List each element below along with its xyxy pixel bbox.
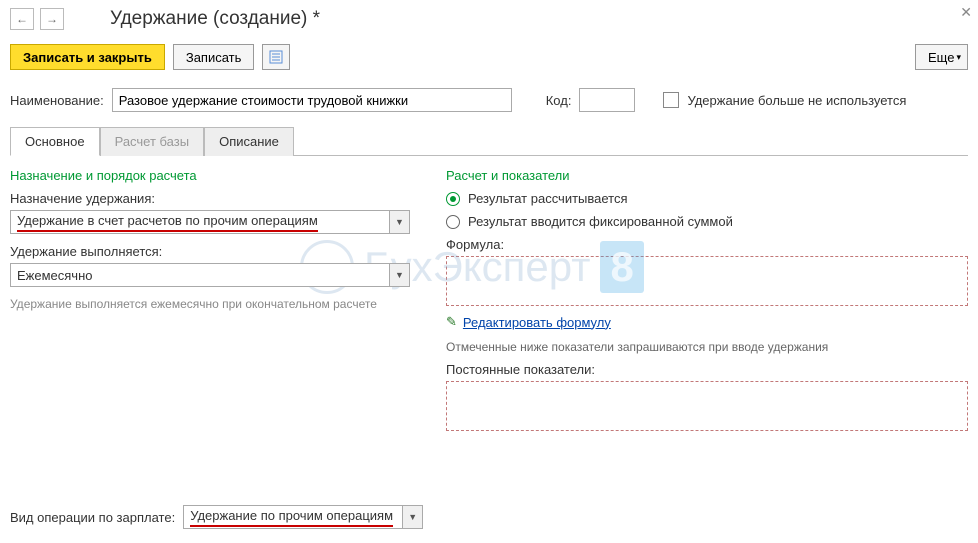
perform-label: Удержание выполняется: [10, 244, 430, 259]
not-used-checkbox[interactable] [663, 92, 679, 108]
purpose-combo[interactable]: Удержание в счет расчетов по прочим опер… [10, 210, 390, 234]
formula-box[interactable] [446, 256, 968, 306]
more-button[interactable]: Еще [915, 44, 968, 70]
perform-value: Ежемесячно [17, 268, 93, 283]
indicators-box[interactable] [446, 381, 968, 431]
purpose-label: Назначение удержания: [10, 191, 430, 206]
radio-fixed[interactable] [446, 215, 460, 229]
list-icon [269, 50, 283, 64]
op-type-dropdown-button[interactable]: ▼ [403, 505, 423, 529]
radio-fixed-label: Результат вводится фиксированной суммой [468, 214, 733, 229]
perform-note: Удержание выполняется ежемесячно при око… [10, 297, 430, 311]
not-used-label: Удержание больше не используется [687, 93, 906, 108]
code-input[interactable] [579, 88, 635, 112]
tab-desc[interactable]: Описание [204, 127, 294, 156]
purpose-value: Удержание в счет расчетов по прочим опер… [17, 213, 318, 232]
formula-label: Формула: [446, 237, 968, 252]
purpose-dropdown-button[interactable]: ▼ [390, 210, 410, 234]
perform-dropdown-button[interactable]: ▼ [390, 263, 410, 287]
tab-main[interactable]: Основное [10, 127, 100, 156]
name-label: Наименование: [10, 93, 104, 108]
name-input[interactable] [112, 88, 512, 112]
op-type-value: Удержание по прочим операциям [190, 508, 393, 527]
perform-combo[interactable]: Ежемесячно [10, 263, 390, 287]
pencil-icon: ✎ [446, 314, 457, 330]
close-icon[interactable]: ✕ [960, 4, 972, 21]
radio-calculate-label: Результат рассчитывается [468, 191, 628, 206]
right-group-title: Расчет и показатели [446, 168, 968, 183]
left-group-title: Назначение и порядок расчета [10, 168, 430, 183]
op-type-label: Вид операции по зарплате: [10, 510, 175, 525]
tab-base[interactable]: Расчет базы [100, 127, 205, 156]
list-button[interactable] [262, 44, 290, 70]
back-button[interactable]: ← [10, 8, 34, 30]
constant-label: Постоянные показатели: [446, 362, 968, 377]
edit-formula-link[interactable]: Редактировать формулу [463, 315, 611, 330]
radio-calculate[interactable] [446, 192, 460, 206]
op-type-combo[interactable]: Удержание по прочим операциям [183, 505, 403, 529]
forward-button[interactable]: → [40, 8, 64, 30]
save-close-button[interactable]: Записать и закрыть [10, 44, 165, 70]
code-label: Код: [546, 93, 572, 108]
save-button[interactable]: Записать [173, 44, 255, 70]
indicators-note: Отмеченные ниже показатели запрашиваются… [446, 340, 968, 354]
page-title: Удержание (создание) * [110, 8, 320, 30]
